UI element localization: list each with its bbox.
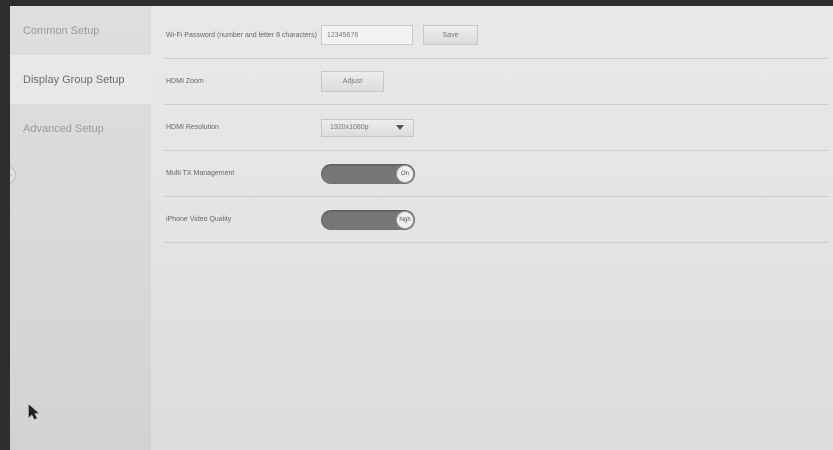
hdmi-zoom-row: HDMI Zoom Adjust <box>164 59 829 105</box>
toggle-knob: On <box>396 164 414 183</box>
multi-tx-row: Multi TX Management On <box>164 151 829 197</box>
sidebar-item-advanced-setup[interactable]: Advanced Setup <box>10 104 151 153</box>
iphone-video-quality-toggle[interactable]: high <box>321 209 415 230</box>
sidebar-item-label: Common Setup <box>23 24 100 37</box>
wifi-password-label: Wi-Fi Password (number and letter 8 char… <box>166 31 317 39</box>
iphone-video-quality-row: iPhone Video Quality high <box>164 197 829 243</box>
sidebar-item-display-group-setup[interactable]: Display Group Setup <box>10 55 151 104</box>
settings-panel: Wi-Fi Password (number and letter 8 char… <box>151 6 833 450</box>
multi-tx-label: Multi TX Management <box>166 170 235 177</box>
save-button[interactable]: Save <box>423 25 478 45</box>
hdmi-resolution-row: HDMI Resolution 1920x1080p <box>164 105 829 151</box>
wifi-password-input[interactable] <box>321 25 413 45</box>
mouse-cursor-icon <box>28 404 39 420</box>
sidebar: Common Setup Display Group Setup Advance… <box>10 6 151 450</box>
wifi-password-row: Wi-Fi Password (number and letter 8 char… <box>164 12 829 59</box>
hdmi-resolution-value: 1920x1080p <box>330 124 369 131</box>
toggle-knob: high <box>396 210 414 229</box>
settings-screen: Common Setup Display Group Setup Advance… <box>10 6 833 450</box>
sidebar-item-common-setup[interactable]: Common Setup <box>10 6 151 55</box>
iphone-video-quality-label: iPhone Video Quality <box>166 216 232 223</box>
hdmi-resolution-label: HDMI Resolution <box>166 124 219 131</box>
chevron-right-icon: › <box>10 171 13 179</box>
iphone-video-quality-state: high <box>399 216 411 223</box>
sidebar-item-label: Display Group Setup <box>23 73 125 86</box>
hdmi-zoom-label: HDMI Zoom <box>166 78 204 85</box>
multi-tx-state: On <box>400 170 409 177</box>
hdmi-resolution-select[interactable]: 1920x1080p <box>321 118 414 137</box>
adjust-button[interactable]: Adjust <box>321 71 384 92</box>
chevron-down-icon <box>396 125 404 130</box>
sidebar-item-label: Advanced Setup <box>23 122 104 135</box>
multi-tx-toggle[interactable]: On <box>321 163 415 184</box>
